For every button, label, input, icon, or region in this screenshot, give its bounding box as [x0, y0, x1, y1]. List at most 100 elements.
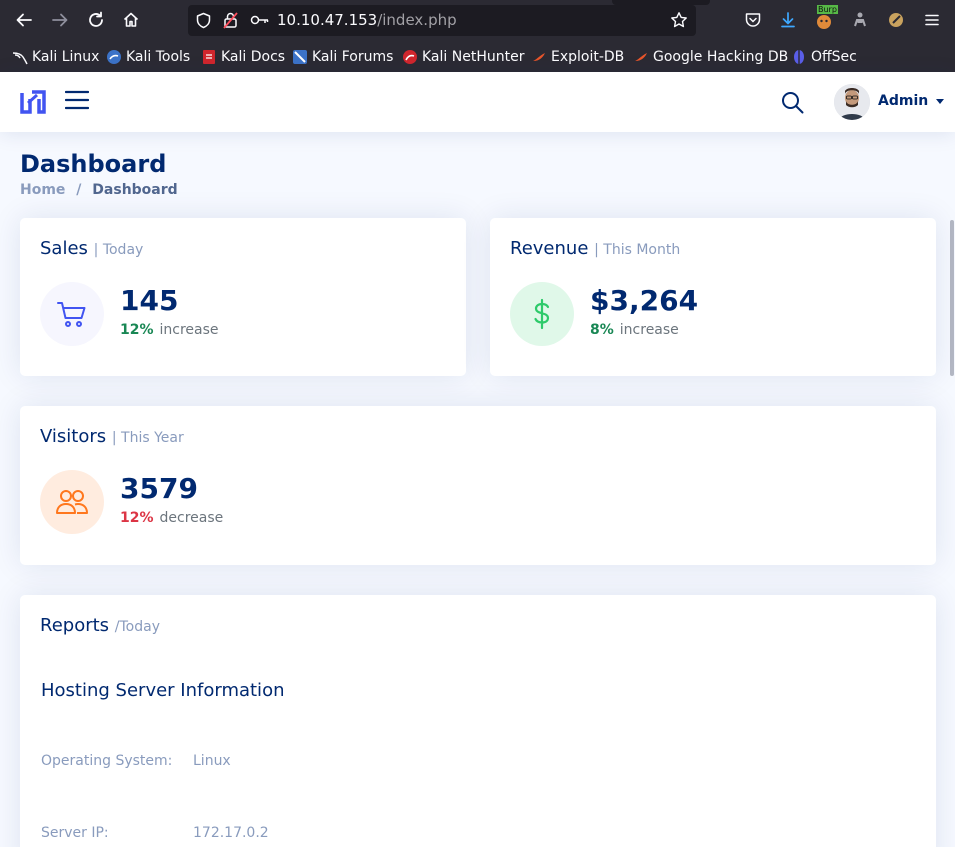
- app-menu-button[interactable]: [920, 8, 944, 32]
- reload-icon: [89, 11, 103, 27]
- breadcrumb-home[interactable]: Home: [20, 182, 65, 198]
- card-period: /Today: [114, 619, 160, 635]
- downloads-button[interactable]: [776, 8, 800, 32]
- bookmark-kali-nethunter[interactable]: Kali NetHunter: [402, 47, 524, 67]
- search-icon[interactable]: [781, 91, 804, 114]
- bookmark-kali-docs[interactable]: Kali Docs: [201, 47, 285, 67]
- revenue-icon-circle: [510, 282, 574, 346]
- kali-dragon-icon: [12, 52, 28, 65]
- breadcrumb-current: Dashboard: [92, 182, 178, 198]
- server-info-heading: Hosting Server Information: [41, 680, 285, 701]
- bookmark-label: Kali NetHunter: [422, 49, 525, 65]
- user-name: Admin: [878, 93, 929, 109]
- paint-palette-icon: [889, 13, 903, 27]
- kali-docs-icon: [203, 50, 215, 64]
- sales-value: 145: [120, 284, 179, 317]
- forward-arrow-icon: [52, 13, 68, 27]
- change-label: increase: [619, 322, 679, 338]
- bookmark-kali-tools[interactable]: Kali Tools: [106, 47, 190, 67]
- bookmark-label: Kali Docs: [221, 49, 286, 65]
- card-title-label: Visitors: [40, 426, 107, 447]
- info-value: Linux: [193, 753, 231, 769]
- home-icon: [123, 12, 139, 27]
- avatar[interactable]: [834, 84, 870, 120]
- card-title: Visitors | This Year: [40, 426, 184, 447]
- home-button[interactable]: [119, 8, 143, 32]
- visitors-change: 12% decrease: [120, 510, 223, 526]
- change-label: increase: [159, 322, 219, 338]
- card-title: Revenue | This Month: [510, 238, 680, 259]
- kali-tools-icon: [107, 50, 121, 64]
- url-path: /index.php: [377, 11, 457, 29]
- card-title: Sales | Today: [40, 238, 143, 259]
- breadcrumb: Home / Dashboard: [20, 182, 178, 198]
- bookmark-kali-linux[interactable]: Kali Linux: [12, 47, 99, 67]
- card-title-label: Reports: [40, 615, 110, 636]
- change-percent: 8%: [590, 322, 614, 338]
- change-label: decrease: [159, 510, 224, 526]
- address-bar[interactable]: 10.10.47.153/index.php: [188, 5, 696, 36]
- card-period: | Today: [93, 242, 144, 258]
- revenue-change: 8% increase: [590, 322, 679, 338]
- card-period: | This Year: [111, 430, 184, 446]
- revenue-value: $3,264: [590, 284, 699, 317]
- page-scrollbar[interactable]: [947, 72, 955, 847]
- scrollbar-thumb[interactable]: [950, 220, 954, 376]
- revenue-card: Revenue | This Month $3,264 8% increase: [490, 218, 936, 376]
- bookmark-label: Kali Tools: [126, 49, 191, 65]
- cart-icon: [57, 302, 86, 327]
- burp-extension-button[interactable]: Burp: [812, 5, 838, 32]
- bookmark-offsec[interactable]: OffSec: [791, 47, 857, 67]
- info-row-ip: Server IP: 172.17.0.2: [41, 825, 269, 841]
- change-percent: 12%: [120, 322, 154, 338]
- key-icon[interactable]: [250, 14, 270, 26]
- extension-button[interactable]: [848, 8, 872, 32]
- bookmark-label: Kali Linux: [32, 49, 100, 65]
- change-percent: 12%: [120, 510, 154, 526]
- site-header: Admin: [0, 72, 955, 132]
- back-button[interactable]: [12, 8, 36, 32]
- reload-button[interactable]: [84, 8, 108, 32]
- user-menu-toggle[interactable]: Admin: [878, 93, 945, 109]
- url-text[interactable]: 10.10.47.153/index.php: [277, 11, 457, 29]
- bookmark-exploit-db[interactable]: Exploit-DB: [531, 47, 624, 67]
- card-title-label: Sales: [40, 238, 88, 259]
- sidebar-toggle-icon[interactable]: [65, 89, 89, 111]
- visitors-value: 3579: [120, 472, 198, 505]
- shield-icon[interactable]: [195, 12, 212, 29]
- site-logo-icon[interactable]: [20, 89, 46, 115]
- visitors-card: Visitors | This Year 3579 12% decrease: [20, 406, 936, 565]
- exploitdb-icon: [533, 53, 545, 61]
- pocket-button[interactable]: [741, 8, 765, 32]
- reports-card: Reports /Today Hosting Server Informatio…: [20, 595, 936, 847]
- bookmark-label: Exploit-DB: [551, 49, 625, 65]
- bookmark-star-icon[interactable]: [670, 11, 688, 29]
- info-label: Server IP:: [41, 825, 109, 841]
- url-host: 10.10.47.153: [277, 11, 378, 29]
- wappalyzer-button[interactable]: [884, 8, 908, 32]
- caret-down-icon: [936, 98, 945, 104]
- sales-card: Sales | Today 145 12% increase: [20, 218, 466, 376]
- offsec-icon: [794, 50, 804, 64]
- bookmarks-bar: Kali Linux Kali Tools Kali Docs Kali For…: [0, 41, 955, 72]
- bookmark-google-hacking-db[interactable]: Google Hacking DB: [633, 47, 788, 67]
- download-icon: [781, 12, 795, 28]
- visitors-icon-circle: [40, 470, 104, 534]
- people-icon: [56, 490, 88, 514]
- sales-change: 12% increase: [120, 322, 219, 338]
- burp-badge: Burp: [817, 5, 838, 14]
- sales-icon-circle: [40, 282, 104, 346]
- card-period: | This Month: [594, 242, 681, 258]
- forward-button[interactable]: [48, 8, 72, 32]
- profile-avatar-icon: [834, 84, 870, 120]
- pocket-icon: [745, 13, 761, 27]
- bookmark-kali-forums[interactable]: Kali Forums: [292, 47, 393, 67]
- info-label: Operating System:: [41, 753, 173, 769]
- kali-forums-icon: [293, 50, 307, 64]
- hamburger-menu-icon: [925, 14, 939, 26]
- ghdb-icon: [635, 53, 647, 61]
- insecure-lock-icon[interactable]: [222, 11, 239, 29]
- card-title: Reports /Today: [40, 615, 160, 636]
- dollar-icon: [534, 298, 550, 330]
- bookmark-label: OffSec: [811, 49, 857, 65]
